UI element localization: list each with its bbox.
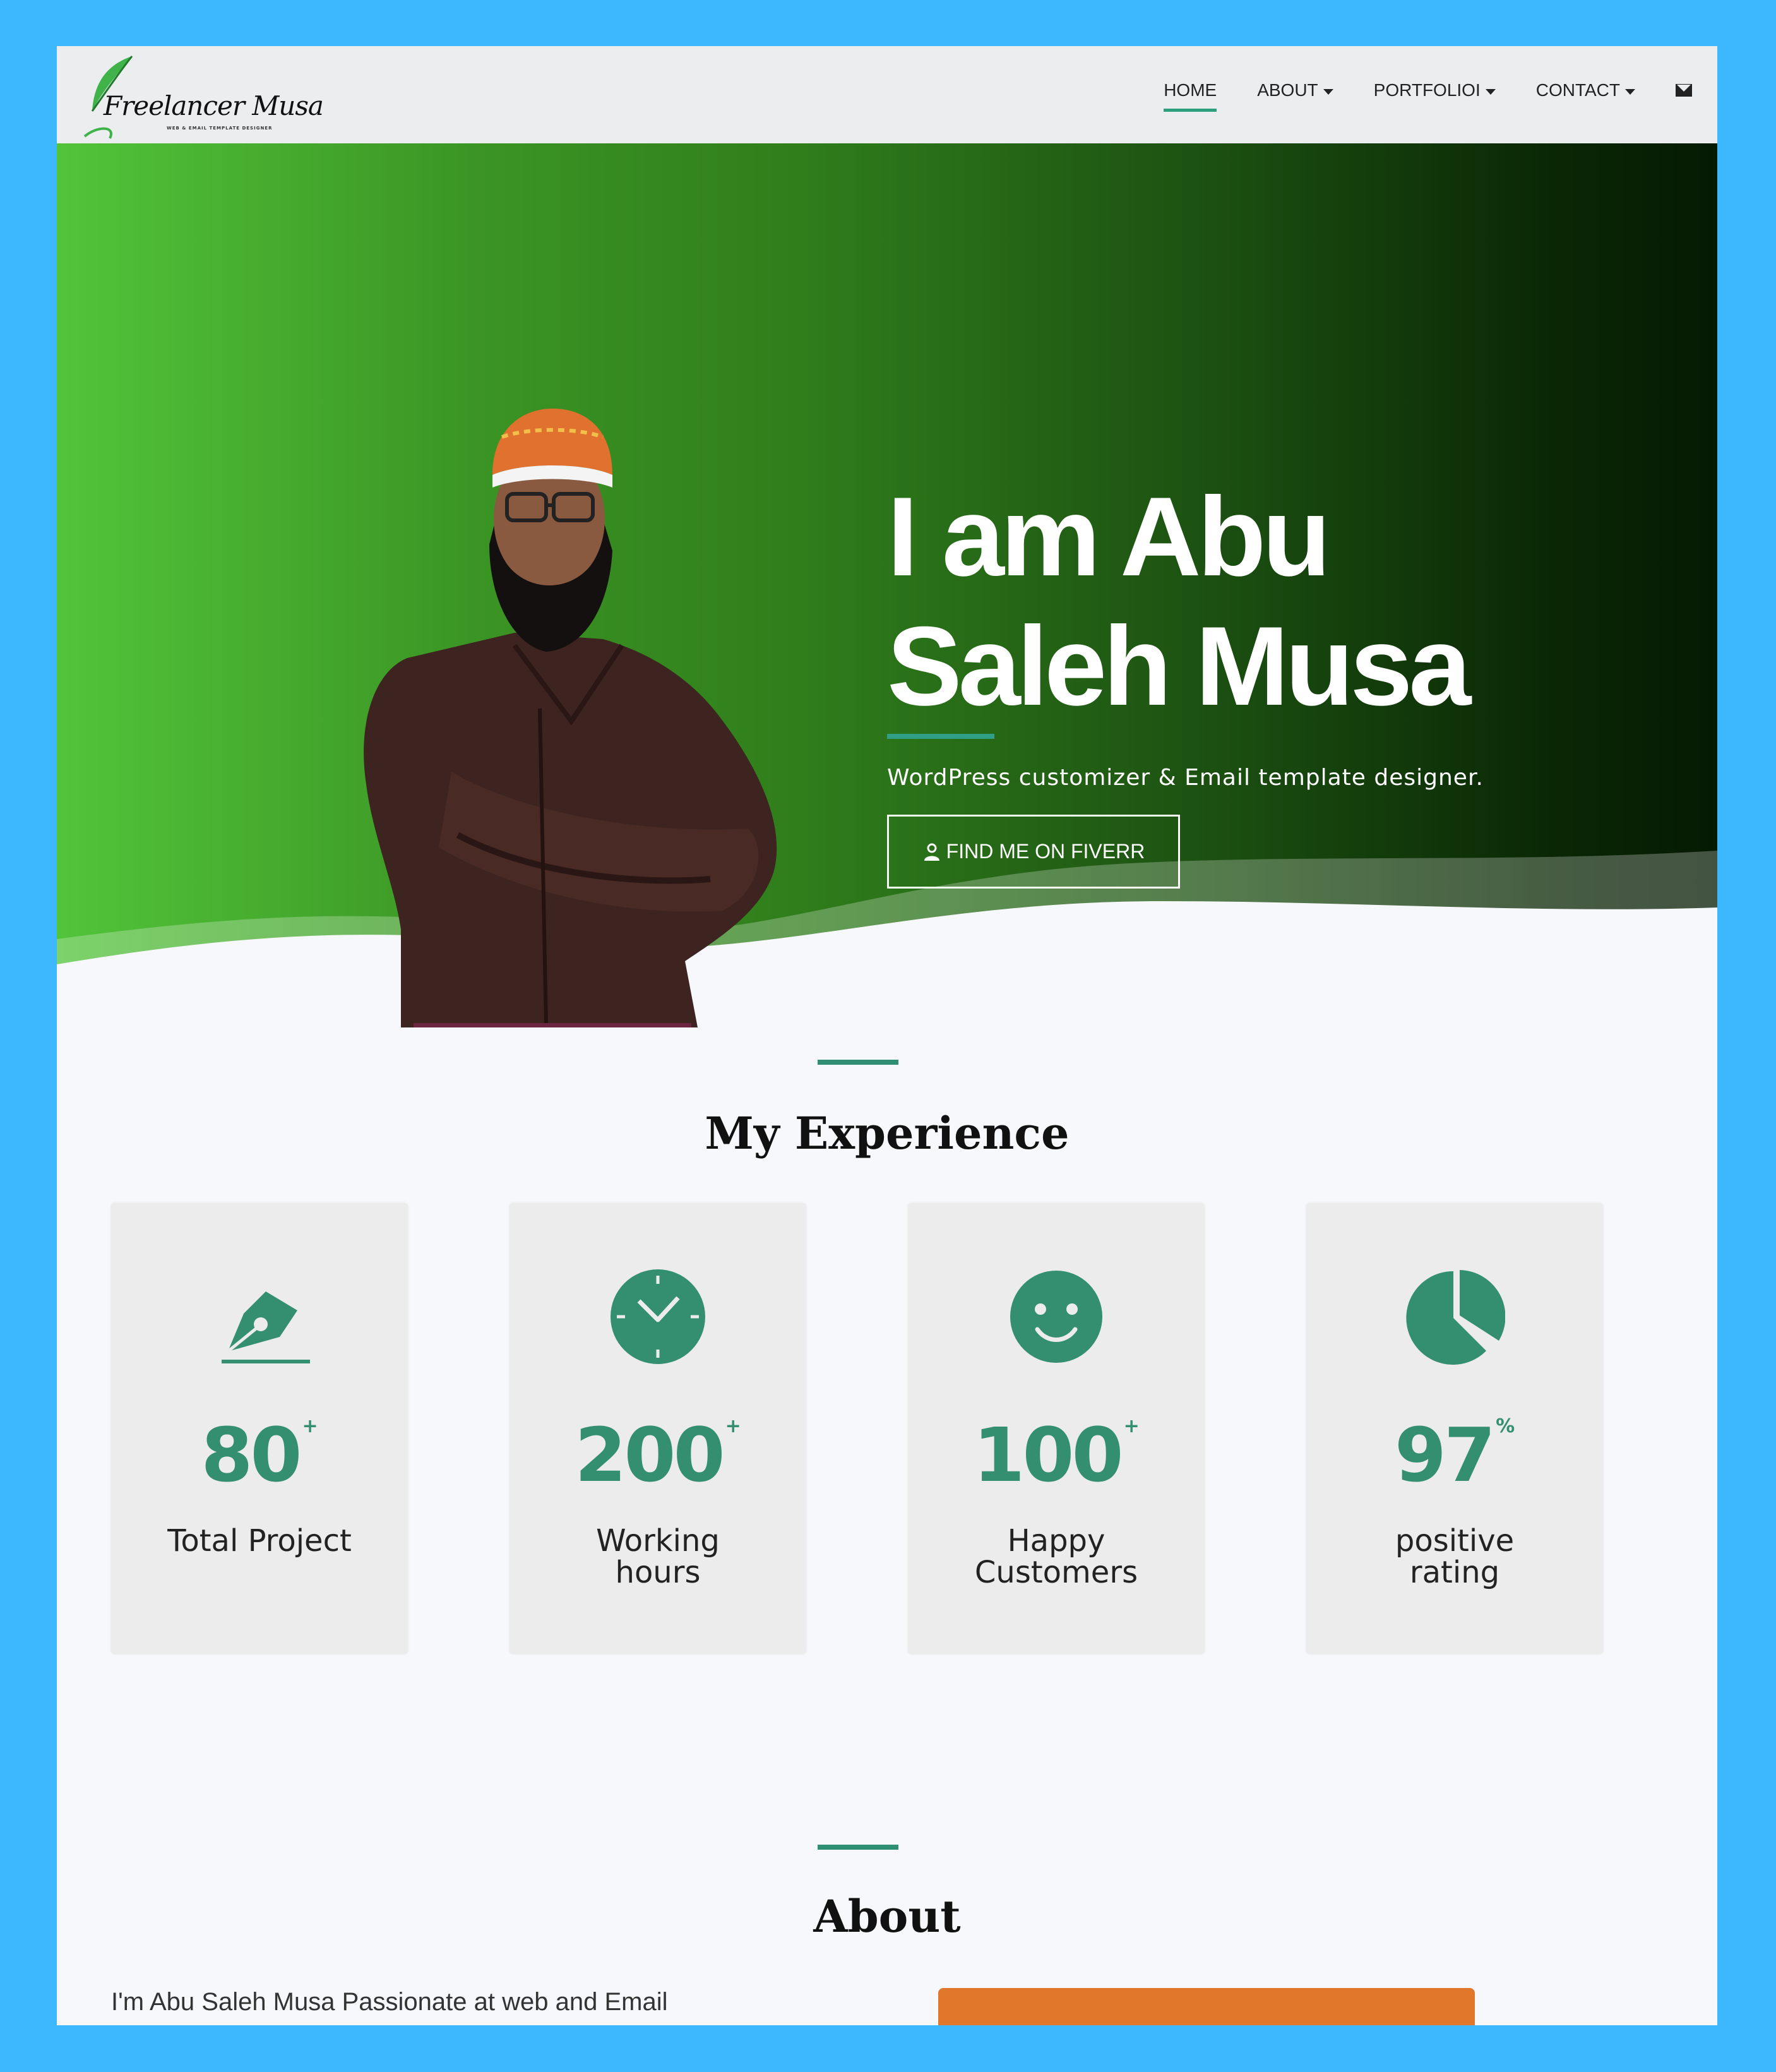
page: Freelancer Musa WEB & EMAIL TEMPLATE DES… xyxy=(57,46,1717,2025)
experience-divider xyxy=(818,1060,898,1065)
stat-label: Happy Customers xyxy=(974,1523,1138,1590)
user-icon xyxy=(924,843,939,861)
envelope-icon[interactable] xyxy=(1676,84,1692,97)
pen-nib-icon xyxy=(222,1291,310,1363)
nav-item-label: PORTFOLIOI xyxy=(1373,80,1481,100)
pie-chart-icon xyxy=(1406,1270,1505,1365)
nav-item-label: HOME xyxy=(1164,80,1217,100)
caret-down-icon xyxy=(1625,88,1635,95)
stat-label: Working hours xyxy=(596,1523,720,1590)
button-label: FIND ME ON FIVERR xyxy=(946,840,1145,863)
logo-tagline: WEB & EMAIL TEMPLATE DESIGNER xyxy=(167,126,273,131)
stat-value: 100 + xyxy=(973,1411,1140,1499)
stat-label: Total Project xyxy=(167,1523,352,1559)
experience-card-hours: 200 + Working hours xyxy=(510,1203,806,1654)
about-image xyxy=(938,1988,1475,2025)
hero-section: I am Abu Saleh Musa WordPress customizer… xyxy=(57,143,1717,1027)
hero-divider xyxy=(887,734,994,739)
main-nav: HOME ABOUT PORTFOLIOI CONTACT xyxy=(1123,80,1692,112)
clock-icon xyxy=(611,1269,705,1364)
hero-title: I am Abu Saleh Musa xyxy=(887,472,1582,731)
logo[interactable]: Freelancer Musa WEB & EMAIL TEMPLATE DES… xyxy=(72,51,324,140)
hero-title-line2: Saleh Musa xyxy=(887,603,1471,729)
stat-value: 80 + xyxy=(201,1411,318,1499)
nav-item-home[interactable]: HOME xyxy=(1164,80,1217,112)
experience-card-rating: 97% positive rating xyxy=(1306,1203,1603,1654)
nav-item-portfolio[interactable]: PORTFOLIOI xyxy=(1374,80,1496,100)
logo-text: Freelancer Musa xyxy=(104,90,324,121)
experience-card-customers: 100 + Happy Customers xyxy=(908,1203,1205,1654)
hero-subtitle: WordPress customizer & Email template de… xyxy=(887,765,1484,791)
stat-label: positive rating xyxy=(1395,1523,1515,1590)
nav-item-about[interactable]: ABOUT xyxy=(1257,80,1333,100)
experience-title: My Experience xyxy=(705,1107,1070,1159)
hero-title-line1: I am Abu xyxy=(887,474,1331,599)
about-intro: I'm Abu Saleh Musa Passionate at web and… xyxy=(111,1988,668,2016)
stat-value: 97% xyxy=(1394,1411,1515,1499)
about-divider xyxy=(818,1845,898,1850)
caret-down-icon xyxy=(1485,88,1496,95)
nav-item-label: CONTACT xyxy=(1535,80,1620,100)
about-title: About xyxy=(813,1890,961,1943)
profile-photo xyxy=(364,409,777,1027)
nav-item-contact[interactable]: CONTACT xyxy=(1536,80,1635,100)
smiley-icon xyxy=(1010,1271,1102,1363)
experience-card-projects: 80 + Total Project xyxy=(111,1203,408,1654)
nav-item-label: ABOUT xyxy=(1257,80,1318,100)
navbar: Freelancer Musa WEB & EMAIL TEMPLATE DES… xyxy=(57,46,1717,143)
stat-value: 200 + xyxy=(575,1411,741,1499)
find-me-on-fiverr-button[interactable]: FIND ME ON FIVERR xyxy=(887,815,1180,889)
caret-down-icon xyxy=(1323,88,1333,95)
